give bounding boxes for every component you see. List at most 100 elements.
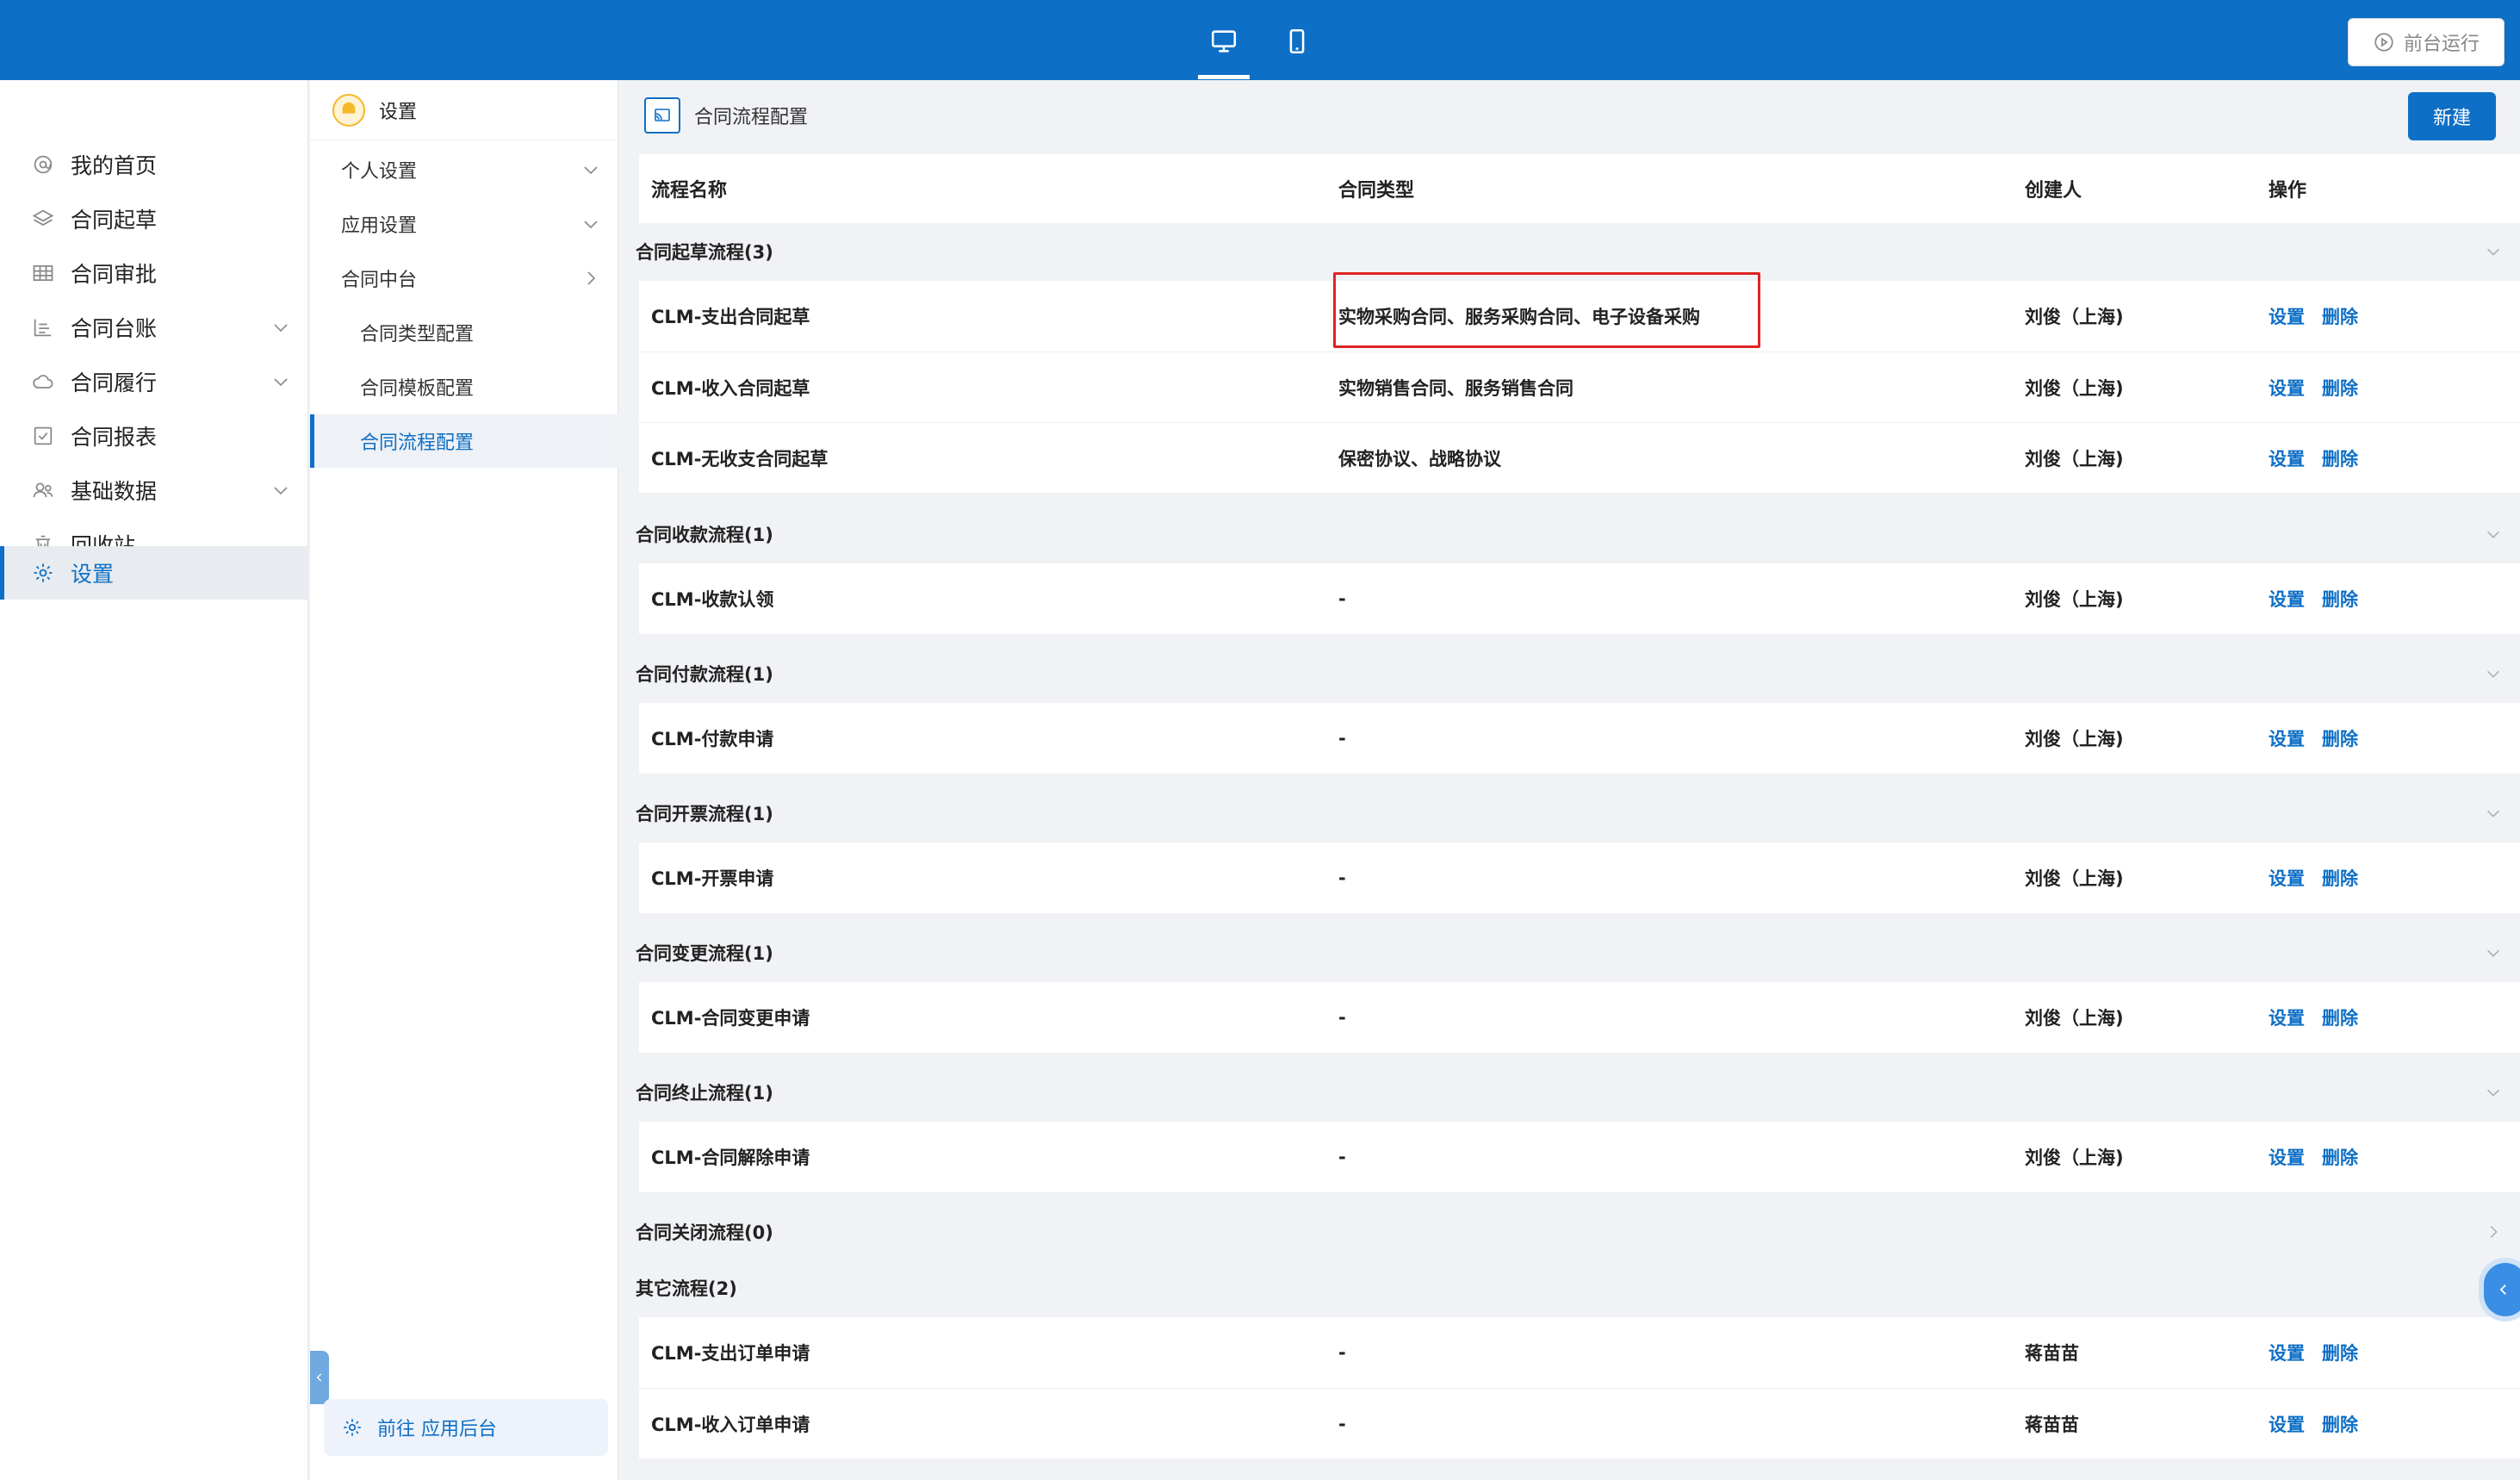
set-link[interactable]: 设置 [2269, 1411, 2305, 1437]
contract-type: - [1338, 1147, 1346, 1167]
set-link[interactable]: 设置 [2269, 303, 2305, 329]
chevron-down-icon [2487, 1089, 2499, 1097]
set-link[interactable]: 设置 [2269, 865, 2305, 891]
run-frontend-button[interactable]: 前台运行 [2348, 18, 2504, 66]
sub-item-contract-center[interactable]: 合同中台 [310, 252, 618, 305]
chevron-down-icon [274, 378, 288, 387]
table-row: CLM-付款申请 - 刘俊（上海) 设置 删除 [639, 703, 2520, 774]
mobile-view-button[interactable] [1271, 16, 1323, 67]
sub-item-personal-settings[interactable]: 个人设置 [310, 143, 618, 196]
row-operations: 设置 删除 [2269, 281, 2375, 351]
sub-item-label: 合同类型配置 [360, 324, 475, 345]
table-row: CLM-收款认领 - 刘俊（上海) 设置 删除 [639, 563, 2520, 634]
app-logo-icon [332, 93, 365, 127]
floating-expand-button[interactable] [2484, 1263, 2520, 1316]
group-title: 合同变更流程(1) [636, 943, 773, 964]
delete-link[interactable]: 删除 [2322, 375, 2358, 401]
group-row[interactable]: 合同起草流程(3) [636, 225, 2520, 278]
group-title: 合同起草流程(3) [636, 242, 773, 263]
delete-link[interactable]: 删除 [2322, 1144, 2358, 1170]
chevron-down-icon [2487, 810, 2499, 818]
set-link[interactable]: 设置 [2269, 586, 2305, 612]
creator: 刘俊（上海) [2025, 589, 2124, 610]
group-row[interactable]: 合同变更流程(1) [636, 926, 2520, 979]
row-operations: 设置 删除 [2269, 423, 2375, 493]
row-operations: 设置 删除 [2269, 843, 2375, 913]
creator: 刘俊（上海) [2025, 1147, 2124, 1168]
flow-name: CLM-收款认领 [651, 589, 774, 610]
delete-link[interactable]: 删除 [2322, 586, 2358, 612]
set-link[interactable]: 设置 [2269, 445, 2305, 471]
flow-name: CLM-开票申请 [651, 868, 774, 889]
nav-item-home[interactable]: 我的首页 [0, 138, 308, 191]
delete-link[interactable]: 删除 [2322, 1004, 2358, 1030]
chevron-down-icon [2487, 531, 2499, 538]
nav-item-performance[interactable]: 合同履行 [0, 355, 308, 408]
layers-icon [31, 207, 55, 231]
set-link[interactable]: 设置 [2269, 375, 2305, 401]
set-link[interactable]: 设置 [2269, 1004, 2305, 1030]
delete-link[interactable]: 删除 [2322, 865, 2358, 891]
sub-item-label: 合同模板配置 [360, 378, 475, 400]
creator: 刘俊（上海) [2025, 868, 2124, 889]
nav-item-label: 合同审批 [71, 262, 158, 287]
set-link[interactable]: 设置 [2269, 1144, 2305, 1170]
desktop-view-button[interactable] [1198, 16, 1250, 67]
sub-item-contract-type-config[interactable]: 合同类型配置 [310, 306, 618, 359]
group-row[interactable]: 合同收款流程(1) [636, 507, 2520, 561]
contract-type: - [1338, 1413, 1346, 1434]
settings-subpanel: 设置 个人设置 应用设置 合同中台 合同类型配置 合同模板配置 合同流程配置 前… [310, 80, 618, 1480]
goto-backend-button[interactable]: 前往 应用后台 [324, 1399, 608, 1456]
delete-link[interactable]: 删除 [2322, 725, 2358, 751]
check-square-icon [31, 424, 55, 448]
sub-item-contract-flow-config[interactable]: 合同流程配置 [310, 414, 618, 468]
flow-name: CLM-支出订单申请 [651, 1343, 810, 1364]
set-link[interactable]: 设置 [2269, 1340, 2305, 1365]
nav-item-basic-data[interactable]: 基础数据 [0, 463, 308, 517]
nav-item-settings[interactable]: 设置 [0, 546, 308, 600]
nav-item-approval[interactable]: 合同审批 [0, 246, 308, 300]
table-row: CLM-合同变更申请 - 刘俊（上海) 设置 删除 [639, 982, 2520, 1053]
delete-link[interactable]: 删除 [2322, 303, 2358, 329]
subpanel-header: 设置 [310, 80, 618, 140]
chevron-left-icon [2499, 1284, 2506, 1295]
nav-item-ledger[interactable]: 合同台账 [0, 301, 308, 354]
nav-item-draft[interactable]: 合同起草 [0, 192, 308, 246]
delete-link[interactable]: 删除 [2322, 1340, 2358, 1365]
table-row: CLM-支出订单申请 - 蒋苗苗 设置 删除 [639, 1317, 2520, 1388]
cast-icon [644, 97, 680, 134]
group-row[interactable]: 其它流程(2) [636, 1261, 2520, 1315]
collapse-panel-button[interactable] [310, 1351, 329, 1404]
chevron-left-icon [316, 1373, 322, 1382]
flow-name: CLM-付款申请 [651, 729, 774, 749]
group-row[interactable]: 合同付款流程(1) [636, 647, 2520, 700]
column-header-creator: 创建人 [2025, 180, 2082, 202]
nav-item-reports[interactable]: 合同报表 [0, 409, 308, 463]
cloud-icon [31, 370, 55, 394]
sub-item-app-settings[interactable]: 应用设置 [310, 197, 618, 251]
list-icon [31, 315, 55, 339]
new-flow-button[interactable]: 新建 [2408, 92, 2496, 140]
contract-type: - [1338, 588, 1346, 609]
table-row: CLM-开票申请 - 刘俊（上海) 设置 删除 [639, 843, 2520, 913]
flow-name: CLM-收入合同起草 [651, 377, 810, 399]
active-device-indicator [1198, 75, 1250, 79]
creator: 刘俊（上海) [2025, 729, 2124, 749]
chevron-down-icon [274, 487, 288, 495]
row-operations: 设置 删除 [2269, 982, 2375, 1053]
set-link[interactable]: 设置 [2269, 725, 2305, 751]
sub-item-contract-template-config[interactable]: 合同模板配置 [310, 360, 618, 414]
desktop-icon [1211, 30, 1237, 53]
group-row[interactable]: 合同开票流程(1) [636, 787, 2520, 840]
delete-link[interactable]: 删除 [2322, 445, 2358, 471]
delete-link[interactable]: 删除 [2322, 1411, 2358, 1437]
creator: 刘俊（上海) [2025, 1008, 2124, 1029]
creator: 蒋苗苗 [2025, 1343, 2079, 1364]
flow-name: CLM-合同变更申请 [651, 1008, 810, 1029]
contract-type: 实物销售合同、服务销售合同 [1338, 377, 1573, 399]
contract-type: - [1338, 1007, 1346, 1028]
nav-item-label: 合同起草 [71, 208, 158, 233]
group-row[interactable]: 合同终止流程(1) [636, 1066, 2520, 1119]
column-header-type: 合同类型 [1338, 180, 1415, 202]
group-row[interactable]: 合同关闭流程(0) [636, 1205, 2520, 1259]
